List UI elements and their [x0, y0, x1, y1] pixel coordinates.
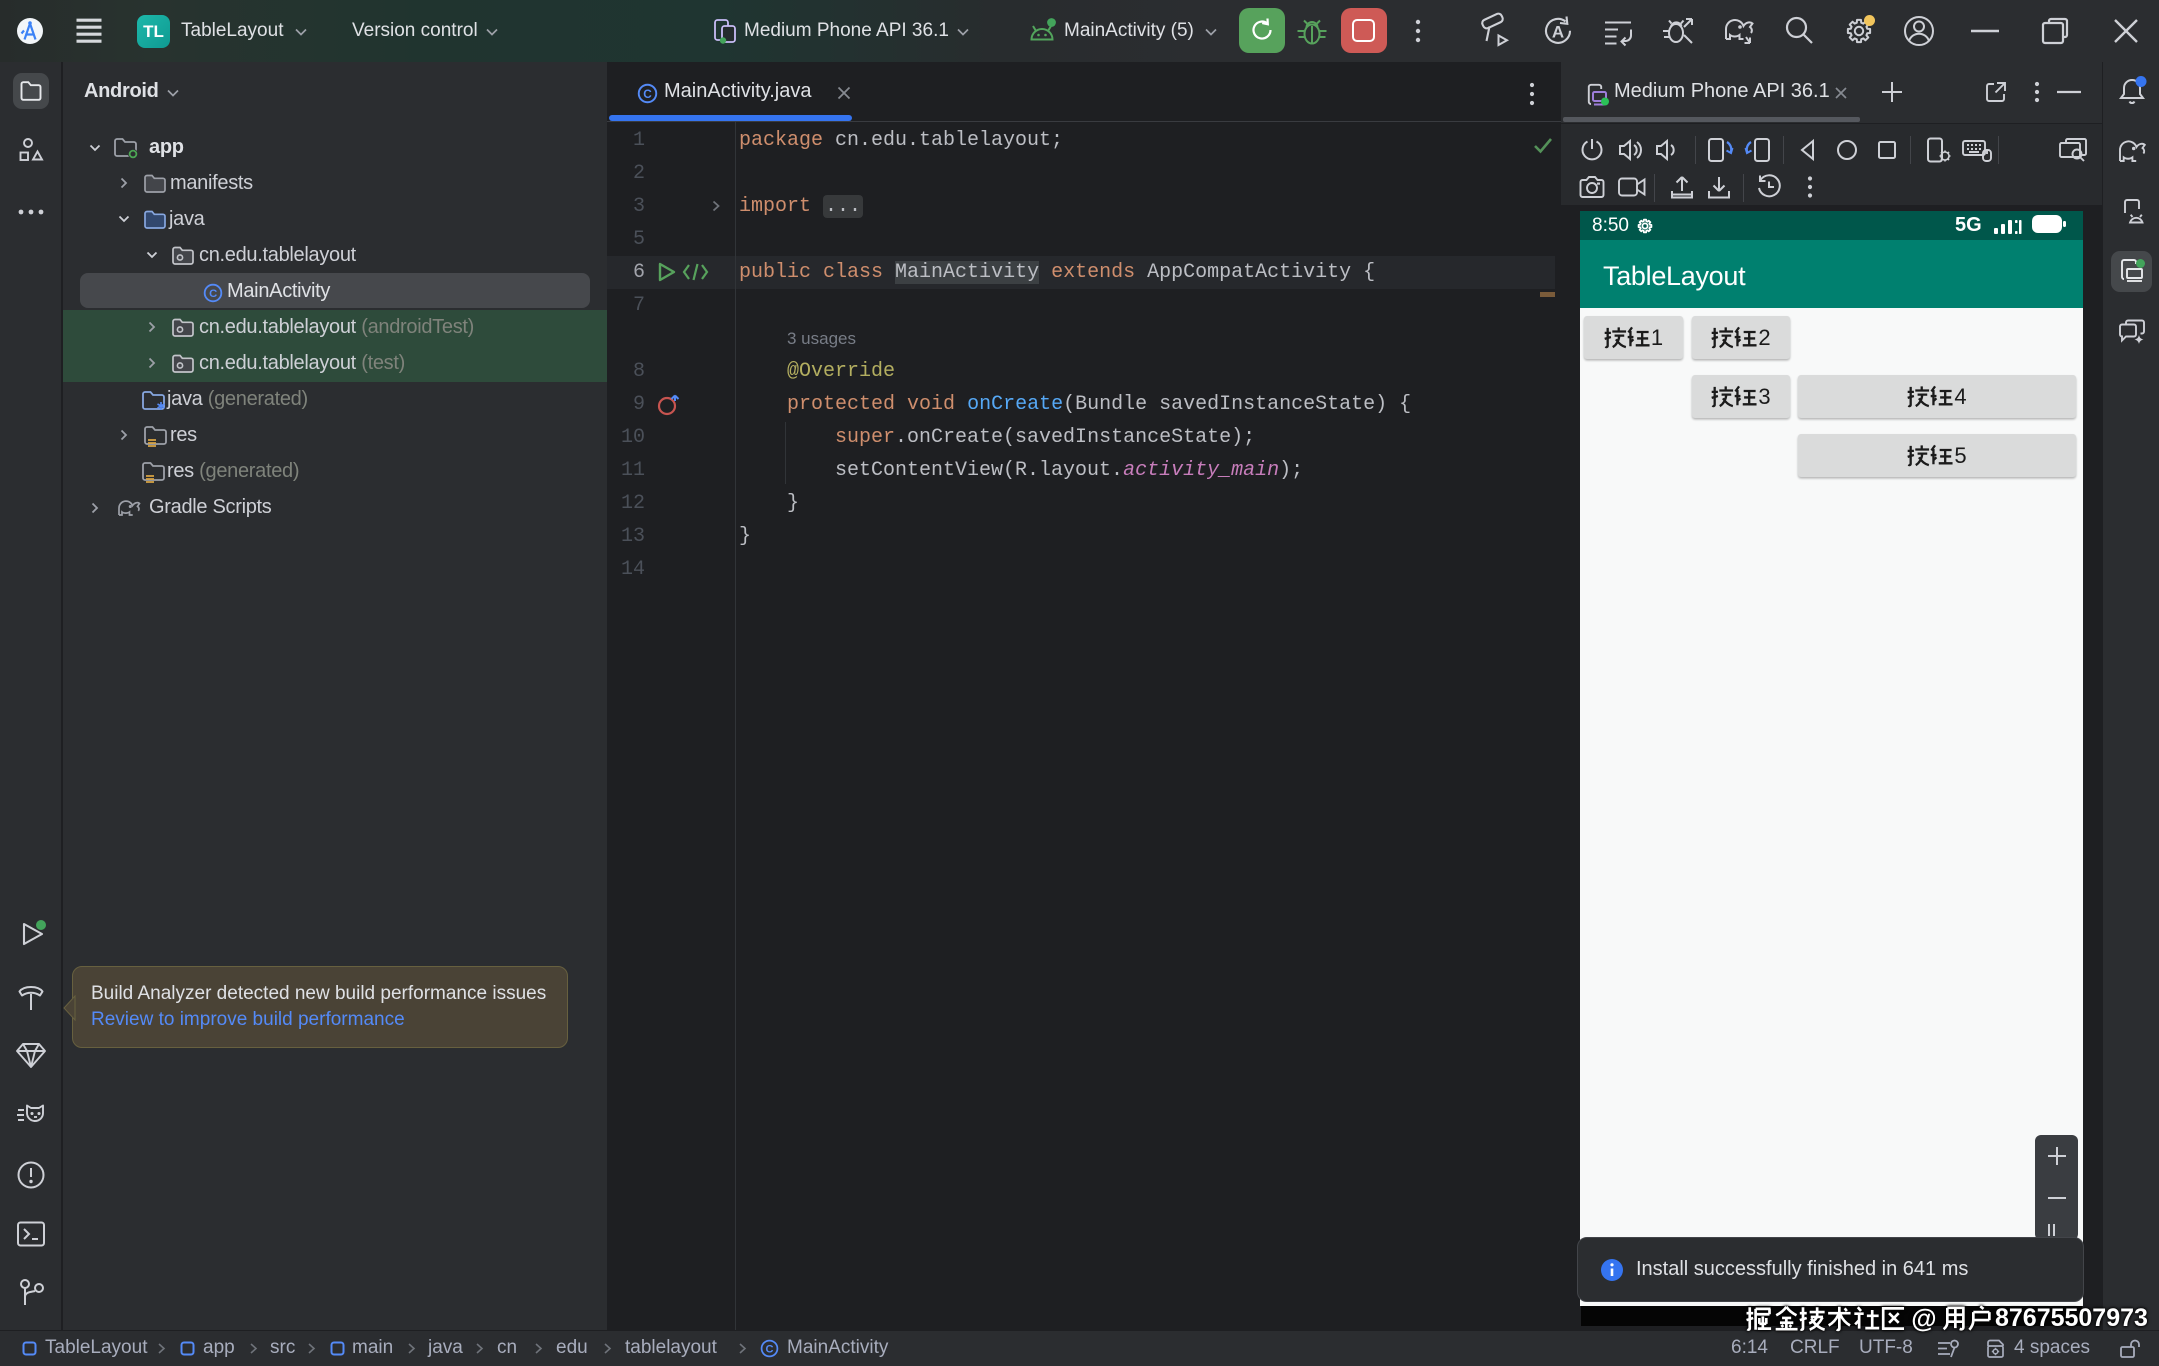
svg-text:C: C [643, 87, 652, 101]
svg-text:C: C [209, 288, 217, 300]
svg-text:C: C [765, 1343, 773, 1355]
svg-text:A: A [1552, 23, 1564, 42]
